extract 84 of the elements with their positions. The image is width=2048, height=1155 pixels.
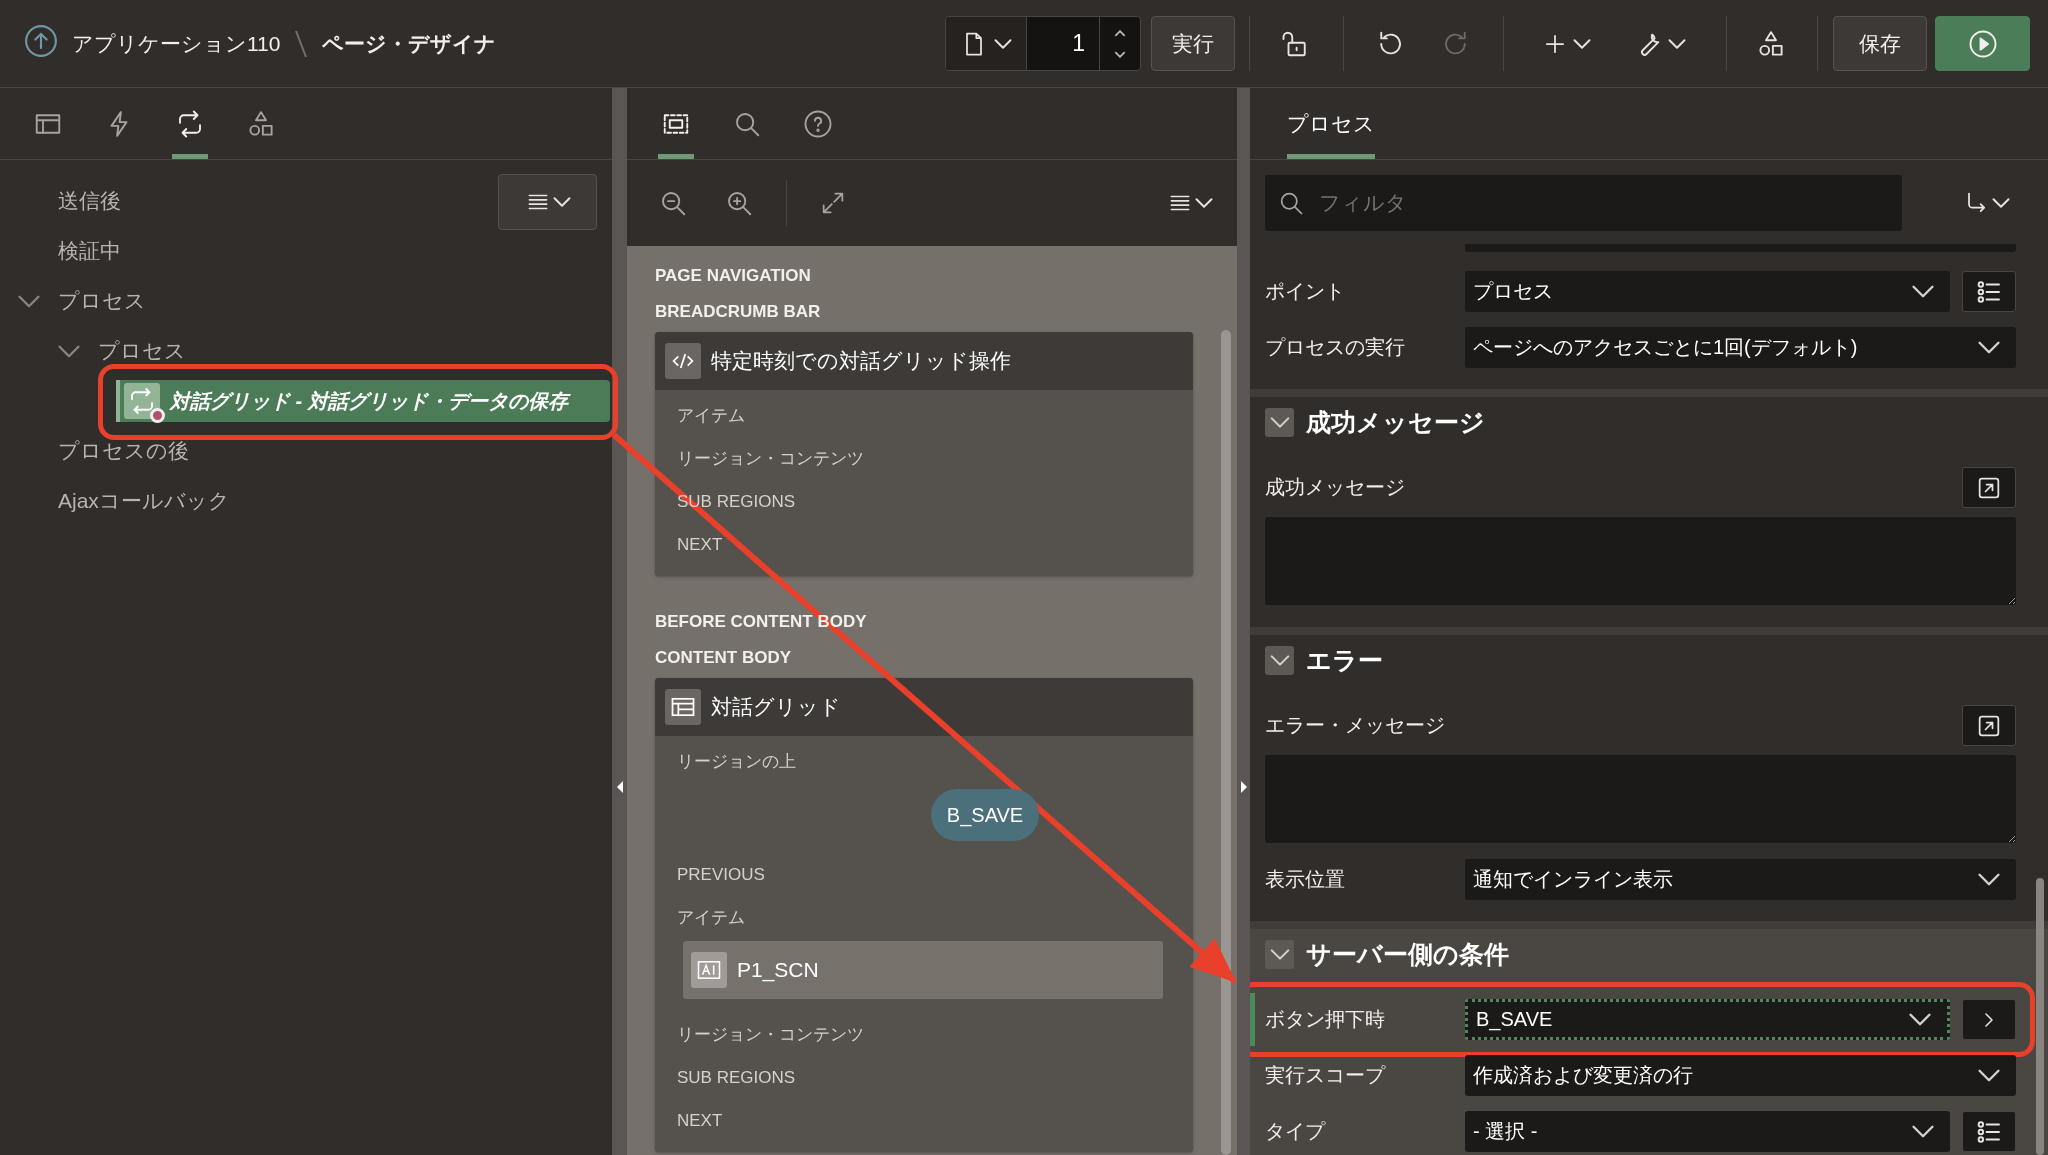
- open-editor-button[interactable]: [1962, 705, 2016, 746]
- play-icon: [1967, 28, 1998, 59]
- slot-label: SUB REGIONS: [677, 1067, 796, 1089]
- grid-icon: [665, 689, 701, 725]
- layout-position-label: PAGE NAVIGATION: [655, 265, 811, 287]
- tree-item[interactable]: 対話グリッド - 対話グリッド・データの保存: [116, 380, 610, 422]
- panel-tab[interactable]: プロセス: [1287, 88, 1375, 159]
- filter-field[interactable]: フィルタ: [1265, 175, 1902, 231]
- list-button[interactable]: [1962, 1111, 2016, 1152]
- slot-label: NEXT: [677, 534, 723, 556]
- field-label: ボタン押下時: [1265, 1007, 1386, 1032]
- slot-label: リージョン・コンテンツ: [677, 1024, 864, 1046]
- slot-label: リージョン・コンテンツ: [677, 448, 864, 470]
- chevron-icon: [1978, 873, 2000, 886]
- chevron-icon[interactable]: [18, 294, 40, 308]
- chevron-icon[interactable]: [58, 344, 80, 358]
- caret-icon: [1668, 38, 1686, 49]
- run-button[interactable]: [1935, 16, 2030, 71]
- tree-item[interactable]: 検証中: [58, 237, 121, 265]
- slot-label: リージョンの上: [677, 751, 796, 773]
- slash-separator-icon: [294, 28, 309, 59]
- group-heading: 成功メッセージ: [1306, 406, 1485, 438]
- caret-icon: [1992, 198, 2010, 208]
- text-item-icon: [691, 952, 727, 988]
- select-field[interactable]: 通知でインライン表示: [1465, 859, 2016, 900]
- chevron-icon: [1269, 416, 1290, 428]
- open-editor-button[interactable]: [1962, 467, 2016, 508]
- app-breadcrumb-link[interactable]: アプリケーション110: [72, 29, 281, 58]
- select-field[interactable]: B_SAVE: [1465, 999, 1950, 1040]
- caret-icon: [552, 197, 571, 207]
- field-label: タイプ: [1265, 1119, 1327, 1144]
- slot-label: アイテム: [677, 405, 745, 427]
- chevron-icon: [1269, 948, 1290, 960]
- field-label: 実行スコープ: [1265, 1063, 1387, 1088]
- select-field[interactable]: - 選択 -: [1465, 1111, 1950, 1152]
- scrollbar[interactable]: [2036, 878, 2044, 1155]
- slot-label: アイテム: [677, 907, 745, 929]
- page-title: ページ・デザイナ: [322, 30, 497, 57]
- field-label: エラー・メッセージ: [1265, 713, 1446, 738]
- shapes-icon[interactable]: [1756, 28, 1786, 59]
- collapse-toggle[interactable]: [1265, 407, 1294, 437]
- tree-item[interactable]: Ajaxコールバック: [58, 487, 230, 515]
- group-heading: エラー: [1306, 644, 1383, 676]
- save-button[interactable]: 保存: [1833, 16, 1927, 71]
- chevron-icon: [1912, 285, 1934, 298]
- list-button[interactable]: [1962, 271, 2016, 312]
- caret-icon: [1195, 198, 1213, 208]
- cycle-arrows-icon: [124, 383, 160, 419]
- dot-badge-icon: [150, 408, 165, 423]
- chevron-icon: [1978, 1069, 2000, 1082]
- region-title: 特定時刻での対話グリッド操作: [711, 348, 1011, 374]
- chevron-icon: [1912, 1125, 1934, 1138]
- group-heading: サーバー側の条件: [1306, 938, 1509, 970]
- layout-position-label: CONTENT BODY: [655, 647, 791, 669]
- field-label: 表示位置: [1265, 867, 1346, 892]
- page-button[interactable]: B_SAVE: [930, 789, 1040, 841]
- field-label: ポイント: [1265, 279, 1346, 304]
- region-title: 対話グリッド: [711, 694, 841, 720]
- page-item[interactable]: P1_SCN: [683, 941, 1163, 999]
- chevron-icon: [1978, 341, 2000, 354]
- select-field[interactable]: ページへのアクセスごとに1回(デフォルト): [1465, 327, 2016, 368]
- caret-icon: [1573, 38, 1591, 49]
- go-button[interactable]: 実行: [1151, 16, 1235, 71]
- collapse-toggle[interactable]: [1265, 645, 1294, 675]
- shapes-icon: [246, 108, 276, 139]
- layout-position-label: BREADCRUMB BAR: [655, 301, 821, 323]
- tree-item[interactable]: 送信後: [58, 187, 121, 215]
- scrollbar[interactable]: [1221, 330, 1231, 1155]
- menu-button[interactable]: [498, 174, 597, 230]
- tree-item[interactable]: プロセスの後: [58, 437, 189, 465]
- slot-label: NEXT: [677, 1110, 723, 1132]
- tree-item[interactable]: プロセス: [98, 337, 186, 365]
- field-label: 成功メッセージ: [1265, 475, 1406, 500]
- field-label: プロセスの実行: [1265, 335, 1406, 360]
- select-field[interactable]: 作成済および変更済の行: [1465, 1055, 2016, 1096]
- help-icon: [803, 108, 833, 139]
- code-icon: [665, 343, 701, 379]
- tree-item[interactable]: プロセス: [58, 287, 146, 315]
- region-card[interactable]: 対話グリッド リージョンの上 B_SAVE PREVIOUS アイテム P1_SCN リージョン・コンテンツ SUB REGIONS NEXT: [655, 678, 1193, 1152]
- select-field[interactable]: プロセス: [1465, 271, 1950, 312]
- chevron-icon: [1269, 654, 1290, 666]
- slot-label: PREVIOUS: [677, 864, 765, 886]
- chevron-icon: [1909, 1013, 1931, 1026]
- collapse-toggle[interactable]: [1265, 939, 1294, 969]
